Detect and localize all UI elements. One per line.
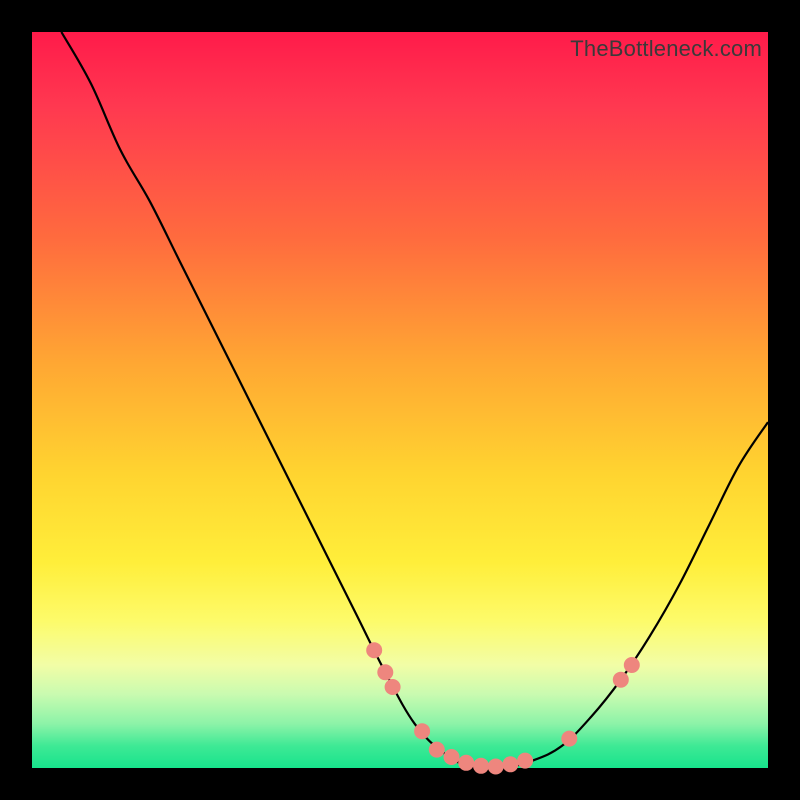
marker-dot <box>613 672 629 688</box>
marker-dot <box>414 723 430 739</box>
marker-dot <box>561 731 577 747</box>
marker-dot <box>444 749 460 765</box>
marker-dot <box>429 742 445 758</box>
curve-path <box>61 32 768 770</box>
marker-dot <box>488 759 504 775</box>
marker-dot <box>377 664 393 680</box>
marker-dot <box>458 755 474 771</box>
marker-dot <box>473 758 489 774</box>
marker-dot <box>385 679 401 695</box>
marker-dot <box>517 753 533 769</box>
marker-dot <box>502 756 518 772</box>
marker-dot <box>624 657 640 673</box>
chart-frame: TheBottleneck.com <box>32 32 768 768</box>
marker-dot <box>366 642 382 658</box>
chart-svg <box>32 32 768 768</box>
